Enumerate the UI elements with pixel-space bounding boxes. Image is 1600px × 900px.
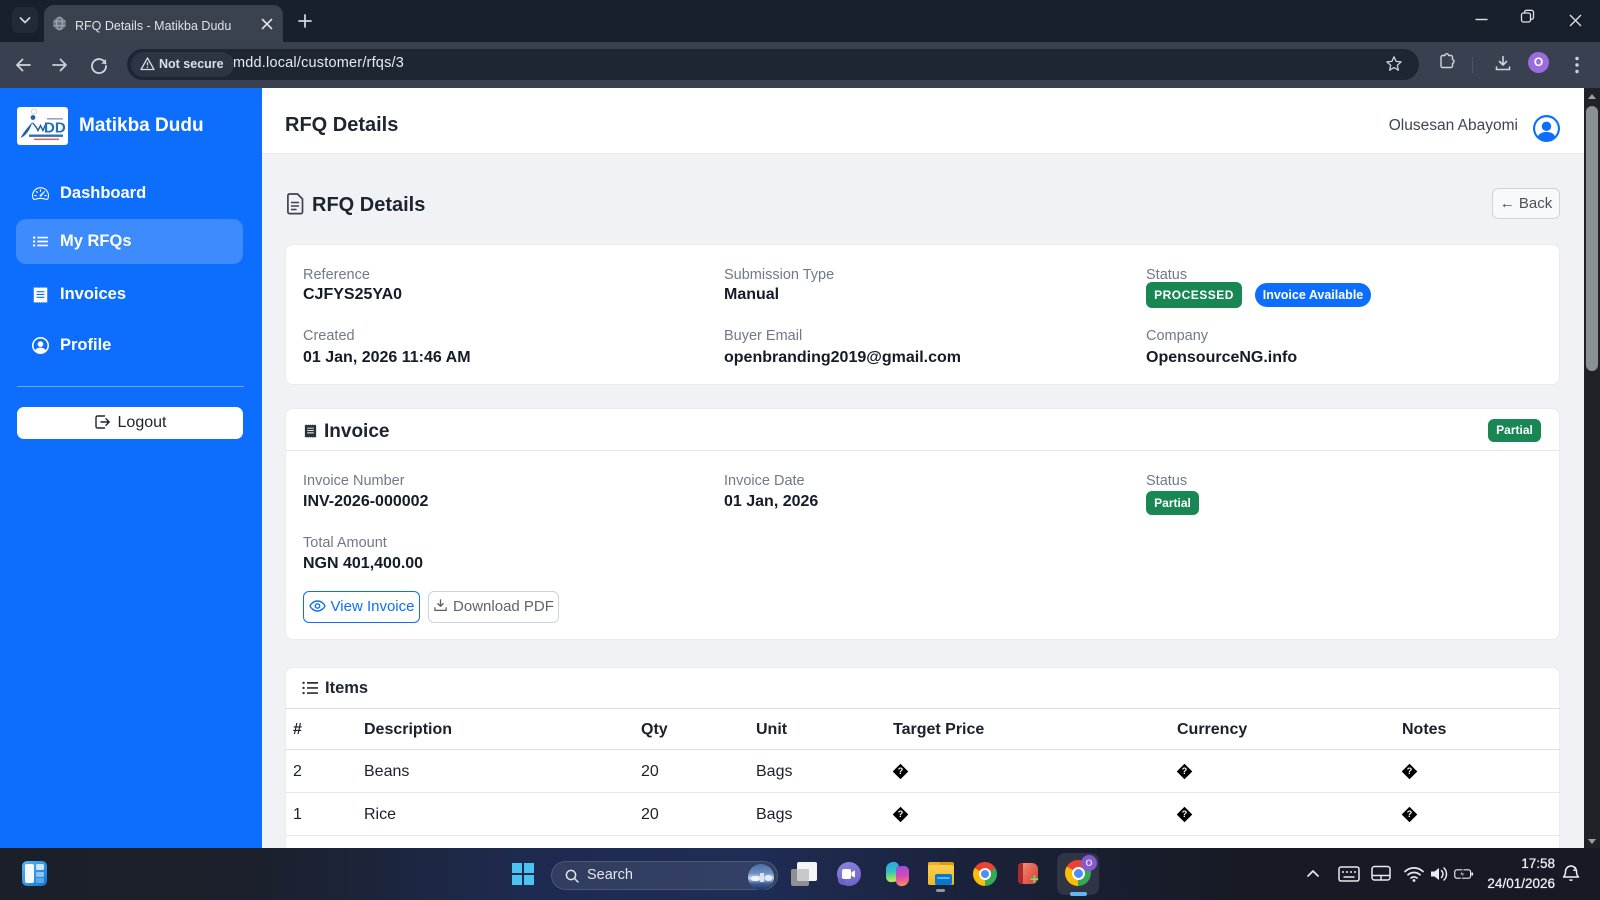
svg-text:DD: DD [44, 120, 66, 137]
svg-text:z: z [1573, 866, 1577, 873]
